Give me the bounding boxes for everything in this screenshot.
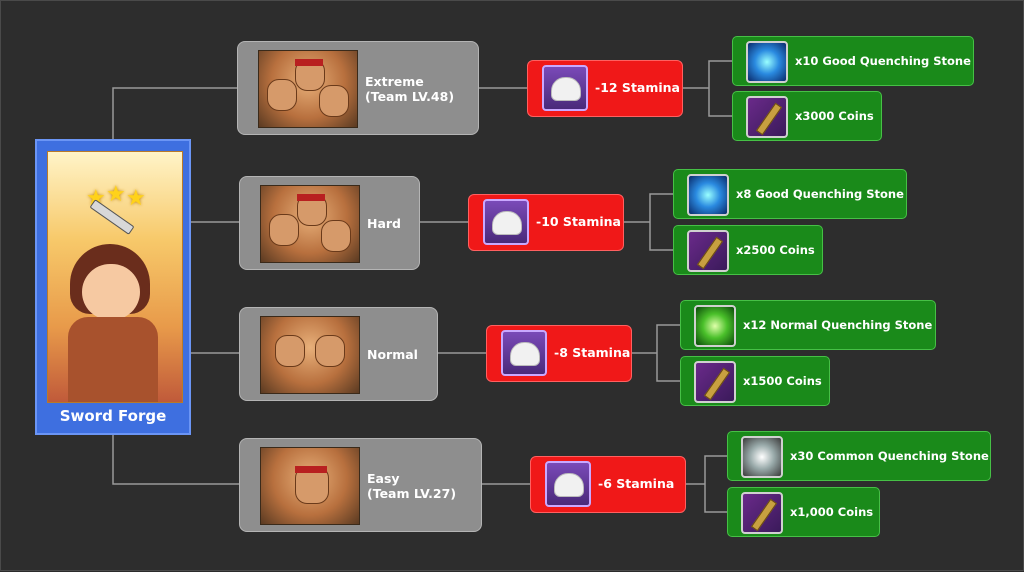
- coins-icon: [687, 230, 729, 272]
- reward-node[interactable]: x30 Common Quenching Stone: [727, 431, 991, 481]
- difficulty-label: Hard: [367, 216, 402, 231]
- stamina-label: -8 Stamina: [554, 345, 631, 360]
- connector-normal-rewards: [632, 324, 680, 382]
- steamed-bun-icon: [501, 330, 547, 376]
- difficulty-node-easy[interactable]: Easy (Team LV.27): [239, 438, 482, 532]
- enemy-group-portrait: [260, 316, 360, 394]
- stamina-label: -6 Stamina: [598, 476, 675, 491]
- difficulty-label: Easy (Team LV.27): [367, 471, 457, 501]
- hero-robe: [68, 317, 158, 402]
- steamed-bun-icon: [542, 65, 588, 111]
- reward-label: x8 Good Quenching Stone: [736, 187, 904, 201]
- connector-root-easy: [112, 435, 239, 485]
- mind-map: ★ ★ ★ Sword Forge Extreme (Team LV.48) H…: [0, 0, 1024, 571]
- reward-node[interactable]: x2500 Coins: [673, 225, 823, 275]
- difficulty-label: Extreme (Team LV.48): [365, 74, 455, 104]
- normal-quenching-stone-icon: [694, 305, 736, 347]
- good-quenching-stone-icon: [746, 41, 788, 83]
- coins-icon: [694, 361, 736, 403]
- connector-hard-rewards: [624, 193, 673, 251]
- steamed-bun-icon: [545, 461, 591, 507]
- reward-label: x1,000 Coins: [790, 505, 874, 519]
- reward-label: x3000 Coins: [795, 109, 874, 123]
- difficulty-node-normal[interactable]: Normal: [239, 307, 438, 401]
- reward-label: x1500 Coins: [743, 374, 822, 388]
- root-node-sword-forge[interactable]: ★ ★ ★ Sword Forge: [35, 139, 191, 435]
- enemy-single-portrait: [260, 447, 360, 525]
- good-quenching-stone-icon: [687, 174, 729, 216]
- stamina-node-extreme[interactable]: -12 Stamina: [527, 60, 683, 117]
- root-title: Sword Forge: [59, 407, 167, 425]
- reward-label: x2500 Coins: [736, 243, 815, 257]
- reward-node[interactable]: x1,000 Coins: [727, 487, 880, 537]
- stamina-node-easy[interactable]: -6 Stamina: [530, 456, 686, 513]
- reward-label: x30 Common Quenching Stone: [790, 449, 989, 463]
- stamina-node-normal[interactable]: -8 Stamina: [486, 325, 632, 382]
- stamina-label: -12 Stamina: [595, 80, 680, 95]
- reward-node[interactable]: x10 Good Quenching Stone: [732, 36, 974, 86]
- difficulty-label: Normal: [367, 347, 418, 362]
- common-quenching-stone-icon: [741, 436, 783, 478]
- reward-label: x12 Normal Quenching Stone: [743, 318, 933, 332]
- connector-root-extreme: [112, 87, 237, 139]
- stamina-node-hard[interactable]: -10 Stamina: [468, 194, 624, 251]
- reward-node[interactable]: x3000 Coins: [732, 91, 882, 141]
- coins-icon: [741, 492, 783, 534]
- reward-node[interactable]: x1500 Coins: [680, 356, 830, 406]
- difficulty-node-extreme[interactable]: Extreme (Team LV.48): [237, 41, 479, 135]
- connector-easy-rewards: [686, 455, 727, 513]
- difficulty-node-hard[interactable]: Hard: [239, 176, 420, 270]
- enemy-group-portrait: [258, 50, 358, 128]
- sword-forge-hero-art: ★ ★ ★: [47, 151, 183, 403]
- enemy-group-portrait: [260, 185, 360, 263]
- reward-node[interactable]: x8 Good Quenching Stone: [673, 169, 907, 219]
- coins-icon: [746, 96, 788, 138]
- hero-face: [82, 264, 140, 320]
- steamed-bun-icon: [483, 199, 529, 245]
- reward-node[interactable]: x12 Normal Quenching Stone: [680, 300, 936, 350]
- connector-extreme-rewards: [683, 60, 732, 117]
- stamina-label: -10 Stamina: [536, 214, 621, 229]
- reward-label: x10 Good Quenching Stone: [795, 54, 971, 68]
- star-icon: ★: [126, 186, 146, 211]
- star-icon: ★: [106, 182, 126, 207]
